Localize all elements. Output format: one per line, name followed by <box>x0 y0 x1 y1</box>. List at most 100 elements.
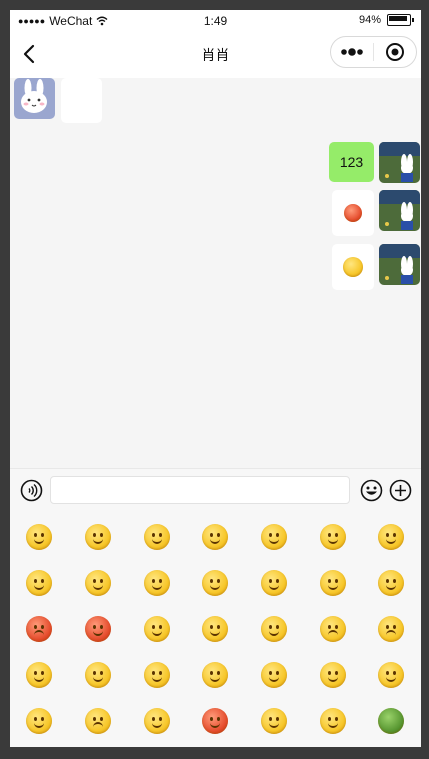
emoji-grimace-button[interactable] <box>127 514 186 560</box>
hand-over-mouth-emoji-icon <box>261 616 288 642</box>
emoji-sad-button[interactable] <box>303 606 362 652</box>
emoji-slight-smile-button[interactable] <box>186 514 245 560</box>
battery-percent: 94% <box>358 14 381 26</box>
emoji-surprised-button[interactable] <box>362 514 421 560</box>
emoji-blank-button[interactable] <box>127 698 186 744</box>
my-avatar[interactable] <box>379 190 420 231</box>
plus-icon[interactable] <box>389 479 412 502</box>
received-message-bubble[interactable] <box>61 78 102 123</box>
emoji-happy-button[interactable] <box>303 652 362 698</box>
emoji-shy-button[interactable] <box>245 514 304 560</box>
toothy-emoji-icon <box>319 708 346 734</box>
close-miniprogram-button[interactable] <box>374 42 416 62</box>
blush-emoji-icon <box>344 204 362 222</box>
happy-emoji-icon <box>319 662 346 688</box>
blush-emoji-icon <box>143 570 170 596</box>
more-dots-icon <box>341 48 363 56</box>
furious-emoji-icon <box>85 616 112 642</box>
emoji-grid <box>10 514 421 744</box>
heart-eyes-emoji-icon <box>319 524 346 550</box>
shy-emoji-icon <box>261 524 288 550</box>
kiss-emoji-icon <box>143 662 170 688</box>
stare-emoji-icon <box>378 570 405 596</box>
slight-smile-emoji-icon <box>202 524 229 550</box>
emoji-sleepy-button[interactable] <box>245 560 304 606</box>
turtle-emoji-icon <box>378 708 405 734</box>
emoji-grin-button[interactable] <box>69 514 128 560</box>
emoji-stare-button[interactable] <box>362 560 421 606</box>
emoji-hand-over-mouth-button[interactable] <box>245 606 304 652</box>
thinking-emoji-icon <box>261 662 288 688</box>
emoji-angry-button[interactable] <box>10 606 69 652</box>
target-close-icon <box>386 43 404 61</box>
emoji-glare-button[interactable] <box>362 606 421 652</box>
relieved-emoji-icon <box>143 616 170 642</box>
emoji-whistle-button[interactable] <box>362 652 421 698</box>
chat-area[interactable]: 123 <box>10 78 421 468</box>
voice-icon[interactable] <box>20 479 43 502</box>
glare-emoji-icon <box>378 616 405 642</box>
emoji-kiss-button[interactable] <box>127 652 186 698</box>
shocked-emoji-icon <box>85 570 112 596</box>
emoji-worried-button[interactable] <box>69 698 128 744</box>
more-button[interactable] <box>331 37 373 67</box>
emoji-smirk-button[interactable] <box>245 698 304 744</box>
puzzled-emoji-icon <box>26 708 53 734</box>
whistle-emoji-icon <box>378 662 405 688</box>
angry-emoji-icon <box>26 616 53 642</box>
status-bar: ●●●●● WeChat 1:49 94% <box>10 10 421 32</box>
emoji-mad-red-button[interactable] <box>186 698 245 744</box>
contact-avatar[interactable] <box>14 78 55 119</box>
tears-emoji-icon <box>202 662 229 688</box>
miffy-avatar-icon <box>379 190 420 231</box>
sent-message-text: 123 <box>339 154 364 170</box>
flushed-emoji-icon <box>26 662 53 688</box>
emoji-furious-button[interactable] <box>69 606 128 652</box>
emoji-cool-button[interactable] <box>10 560 69 606</box>
smirk-emoji-icon <box>261 708 288 734</box>
miniprogram-capsule <box>330 36 417 68</box>
cool-emoji-icon <box>26 570 53 596</box>
grimace-emoji-icon <box>143 524 170 550</box>
emoji-tears-button[interactable] <box>186 652 245 698</box>
emoji-cry-button[interactable] <box>303 560 362 606</box>
emoji-relieved-button[interactable] <box>127 606 186 652</box>
sent-message-bubble[interactable]: 123 <box>329 142 374 182</box>
emoji-big-grin-button[interactable] <box>186 606 245 652</box>
sad-emoji-icon <box>319 616 346 642</box>
bunny-avatar-icon <box>14 78 55 119</box>
emoji-smile-button[interactable] <box>10 514 69 560</box>
input-bar <box>10 468 421 513</box>
miffy-avatar-icon <box>379 142 420 183</box>
emoji-shocked-button[interactable] <box>69 560 128 606</box>
emoji-flushed-button[interactable] <box>10 652 69 698</box>
battery-icon <box>387 14 414 26</box>
emoji-panel <box>10 512 421 747</box>
miffy-avatar-icon <box>379 244 420 285</box>
my-avatar[interactable] <box>379 142 420 183</box>
message-input[interactable] <box>50 476 350 504</box>
grimace-emoji-icon <box>343 257 363 277</box>
worried-emoji-icon <box>85 708 112 734</box>
sent-emoji-bubble[interactable] <box>332 190 374 236</box>
nav-bar: 肖肖 <box>10 32 421 78</box>
grin-emoji-icon <box>85 524 112 550</box>
sent-emoji-bubble[interactable] <box>332 244 374 290</box>
emoji-thinking-button[interactable] <box>245 652 304 698</box>
tongue-emoji-icon <box>85 662 112 688</box>
emoji-toothy-button[interactable] <box>303 698 362 744</box>
emoji-heart-eyes-button[interactable] <box>303 514 362 560</box>
emoji-toggle-icon[interactable] <box>360 479 383 502</box>
emoji-blush-button[interactable] <box>127 560 186 606</box>
emoji-dizzy-button[interactable] <box>186 560 245 606</box>
dizzy-emoji-icon <box>202 570 229 596</box>
phone-screen: ●●●●● WeChat 1:49 94% 肖肖 123 <box>10 10 421 747</box>
emoji-tongue-button[interactable] <box>69 652 128 698</box>
smile-emoji-icon <box>26 524 53 550</box>
mad-red-emoji-icon <box>202 708 229 734</box>
sleepy-emoji-icon <box>261 570 288 596</box>
my-avatar[interactable] <box>379 244 420 285</box>
emoji-turtle-button[interactable] <box>362 698 421 744</box>
cry-emoji-icon <box>319 570 346 596</box>
emoji-puzzled-button[interactable] <box>10 698 69 744</box>
